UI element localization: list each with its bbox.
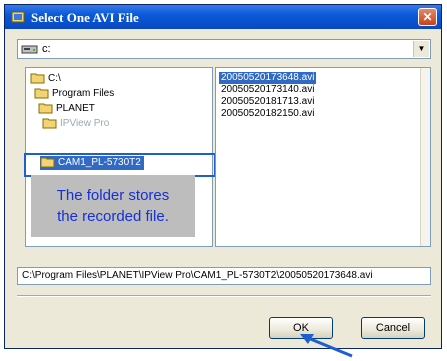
drive-selector[interactable]: c: ▼ (17, 39, 431, 59)
file-item[interactable]: 20050520173648.avi (219, 72, 317, 84)
close-button[interactable]: ✕ (418, 8, 437, 26)
tree-item-root[interactable]: C:\ (30, 72, 61, 86)
folder-open-icon (34, 88, 49, 99)
chevron-down-icon[interactable]: ▼ (413, 41, 429, 57)
tree-item-planet[interactable]: PLANET (38, 102, 95, 116)
highlight-box (24, 153, 216, 177)
tree-item-label: C:\ (48, 73, 61, 84)
folder-open-icon (42, 118, 57, 129)
file-list[interactable]: 20050520173648.avi 20050520173140.avi 20… (215, 67, 431, 247)
close-icon: ✕ (422, 10, 433, 24)
divider (17, 295, 431, 297)
tree-item-label: PLANET (56, 103, 95, 114)
drive-icon (21, 45, 38, 54)
file-item[interactable]: 20050520182150.avi (219, 108, 316, 120)
folder-open-icon (38, 103, 53, 114)
title-bar[interactable]: Select One AVI File ✕ (5, 5, 441, 29)
file-item[interactable]: 20050520173140.avi (219, 84, 316, 96)
callout-note: The folder stores the recorded file. (31, 175, 195, 237)
tree-item-program-files[interactable]: Program Files (34, 87, 114, 101)
tree-item-label: Program Files (52, 88, 115, 99)
drive-value: c: (42, 43, 51, 55)
tree-item-ipview-pro[interactable]: IPView Pro (42, 117, 109, 131)
pointer-arrow-icon (300, 334, 353, 358)
callout-line: The folder stores (56, 187, 170, 204)
cancel-button[interactable]: Cancel (361, 317, 425, 339)
tree-item-label: IPView Pro (60, 118, 110, 129)
window-title: Select One AVI File (31, 10, 139, 25)
callout-line: the recorded file. (57, 208, 169, 225)
folder-open-icon (30, 73, 45, 84)
video-file-icon (11, 11, 25, 23)
file-path-field[interactable]: C:\Program Files\PLANET\IPView Pro\CAM1_… (17, 267, 431, 285)
file-list-scrollbar[interactable] (420, 68, 430, 246)
select-avi-dialog: Select One AVI File ✕ c: ▼ C:\ Program F… (4, 4, 442, 349)
file-item[interactable]: 20050520181713.avi (219, 96, 316, 108)
